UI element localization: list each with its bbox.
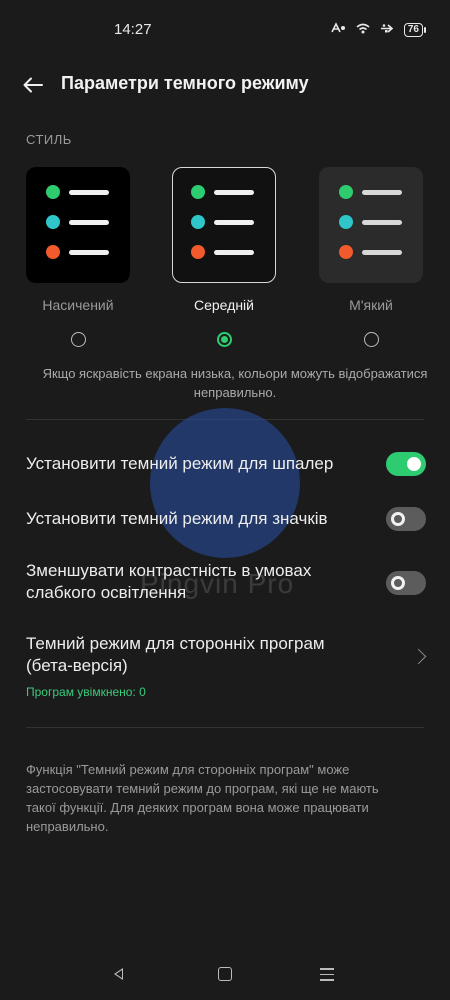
style-preview-card[interactable] [26, 167, 130, 283]
style-option-soft[interactable]: М'який [319, 167, 425, 347]
chevron-right-icon [410, 648, 427, 665]
style-preview-card[interactable] [172, 167, 276, 283]
style-option-label: Середній [194, 297, 254, 313]
style-hint: Якщо яскравість екрана низька, кольори м… [42, 366, 428, 400]
divider [26, 727, 424, 728]
header: Параметри темного режиму [0, 60, 450, 108]
style-option-label: Насичений [42, 297, 114, 313]
status-time: 14:27 [114, 21, 152, 38]
setting-label: Установити темний режим для шпалер [26, 454, 334, 473]
style-option-label: М'який [349, 297, 393, 313]
nav-home-icon[interactable] [218, 967, 232, 981]
setting-label: Темний режим для сторонніх програм (бета… [26, 634, 325, 675]
setting-reduce-contrast[interactable]: Зменшувати контрастність в умовах слабко… [26, 560, 426, 604]
style-preview-card[interactable] [319, 167, 423, 283]
style-radio-vivid[interactable] [70, 332, 86, 347]
style-option-vivid[interactable]: Насичений [26, 167, 132, 347]
setting-label: Установити темний режим для значків [26, 509, 328, 528]
apps-enabled-status: Програм увімкнено: 0 [26, 685, 146, 699]
toggle-wallpaper-dark-mode[interactable] [386, 452, 426, 476]
page-title: Параметри темного режиму [61, 73, 309, 93]
back-arrow-icon [23, 77, 43, 93]
setting-icons-dark-mode[interactable]: Установити темний режим для значків [26, 507, 426, 531]
footnote: Функція "Темний режим для сторонніх прог… [26, 762, 379, 834]
third-party-dark-mode-item[interactable]: Темний режим для сторонніх програм (бета… [26, 633, 427, 703]
style-radio-soft[interactable] [363, 332, 379, 347]
dark-mode-settings-screen: 14:27 76 Параметри темного режиму СТИЛЬ [0, 0, 450, 1000]
status-bar: 14:27 76 [0, 0, 450, 48]
status-icons: 76 [330, 21, 427, 39]
nfc-icon [330, 21, 346, 39]
nav-back-icon[interactable] [114, 968, 123, 980]
setting-label: Зменшувати контрастність в умовах слабко… [26, 561, 312, 602]
nav-menu-icon[interactable] [320, 968, 334, 985]
setting-wallpaper-dark-mode[interactable]: Установити темний режим для шпалер [26, 452, 426, 476]
battery-icon: 76 [403, 23, 427, 37]
style-option-medium[interactable]: Середній [172, 167, 278, 347]
section-title-style: СТИЛЬ [26, 132, 72, 147]
toggle-reduce-contrast[interactable] [386, 571, 426, 595]
back-button[interactable] [18, 70, 48, 100]
navigation-bar [0, 950, 450, 1000]
wifi-icon [356, 21, 370, 39]
watermark-logo [150, 408, 300, 558]
toggle-icons-dark-mode[interactable] [386, 507, 426, 531]
style-radio-medium[interactable] [216, 332, 232, 347]
usb-icon [380, 21, 394, 39]
